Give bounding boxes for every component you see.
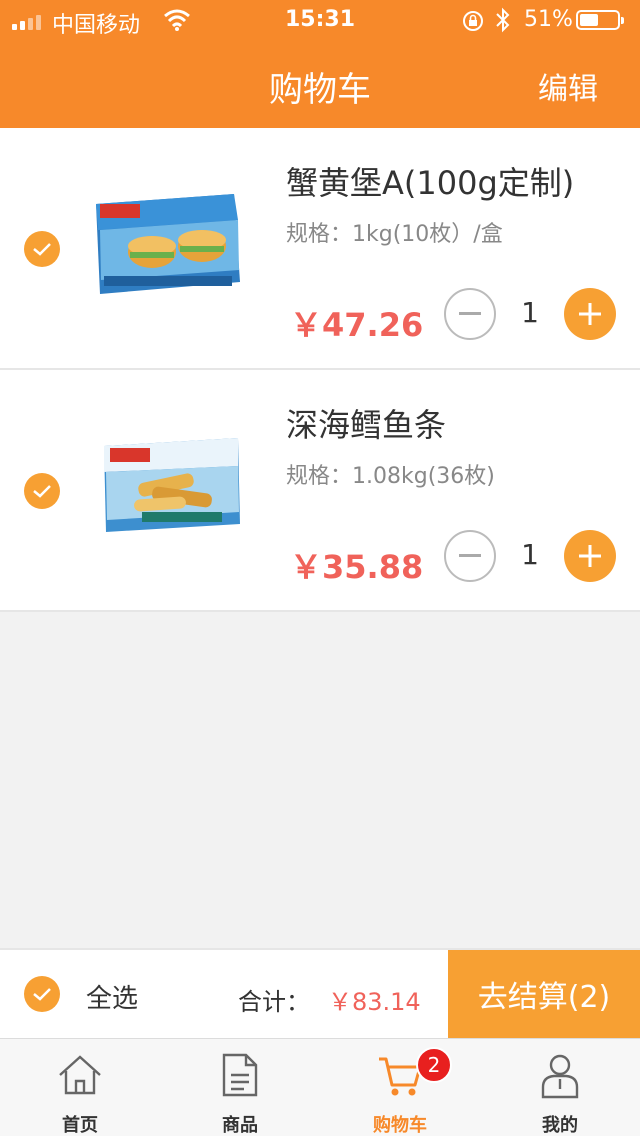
minus-icon <box>459 554 481 557</box>
quantity-value: 1 <box>521 538 539 571</box>
product-name: 蟹黄堡A(100g定制) <box>286 164 575 202</box>
product-spec: 规格：1.08kg(36枚) <box>286 464 495 489</box>
checkmark-icon <box>33 243 51 256</box>
battery-icon <box>576 10 624 30</box>
edit-button[interactable]: 编辑 <box>538 64 598 108</box>
battery-percent: 51% <box>524 7 573 32</box>
product-price: ￥47.26 <box>290 306 424 344</box>
select-all-checkbox[interactable] <box>24 976 60 1012</box>
tab-products[interactable]: 商品 <box>160 1039 320 1136</box>
checkmark-icon <box>33 988 51 1001</box>
minus-icon <box>459 312 481 315</box>
cart-badge: 2 <box>416 1047 452 1083</box>
user-icon <box>541 1054 579 1099</box>
tab-bar: 首页 商品 2 购物车 我的 <box>0 1038 640 1136</box>
product-image[interactable] <box>92 432 244 542</box>
product-image[interactable] <box>92 190 244 300</box>
increase-quantity-button[interactable] <box>564 530 616 582</box>
tab-cart[interactable]: 2 购物车 <box>320 1039 480 1136</box>
plus-icon <box>579 545 601 567</box>
product-price: ￥35.88 <box>290 548 424 586</box>
status-bar: 中国移动 15:31 51% <box>0 0 640 40</box>
checkmark-icon <box>33 485 51 498</box>
item-checkbox[interactable] <box>24 231 60 267</box>
product-name: 深海鳕鱼条 <box>286 406 447 444</box>
total-label: 合计： <box>238 988 310 1016</box>
tab-label: 商品 <box>222 1115 258 1136</box>
decrease-quantity-button[interactable] <box>444 530 496 582</box>
home-icon <box>59 1055 101 1095</box>
increase-quantity-button[interactable] <box>564 288 616 340</box>
cart-list: 蟹黄堡A(100g定制) 规格：1kg(10枚）/盒 ￥47.26 1 深海鳕鱼… <box>0 128 640 612</box>
rotation-lock-icon <box>463 11 483 31</box>
cart-item: 蟹黄堡A(100g定制) 规格：1kg(10枚）/盒 ￥47.26 1 <box>0 128 640 370</box>
quantity-value: 1 <box>521 296 539 329</box>
document-icon <box>222 1053 258 1097</box>
item-checkbox[interactable] <box>24 473 60 509</box>
tab-profile[interactable]: 我的 <box>480 1039 640 1136</box>
bluetooth-icon <box>496 7 510 33</box>
decrease-quantity-button[interactable] <box>444 288 496 340</box>
tab-label: 首页 <box>62 1115 98 1136</box>
plus-icon <box>579 303 601 325</box>
cart-item: 深海鳕鱼条 规格：1.08kg(36枚) ￥35.88 1 <box>0 370 640 612</box>
total-value: ￥83.14 <box>328 988 421 1016</box>
select-all-label[interactable]: 全选 <box>86 978 138 1015</box>
checkout-button[interactable]: 去结算(2) <box>448 950 640 1038</box>
tab-home[interactable]: 首页 <box>0 1039 160 1136</box>
header: 中国移动 15:31 51% 购物车 编辑 <box>0 0 640 128</box>
tab-label: 我的 <box>542 1115 578 1136</box>
tab-label: 购物车 <box>373 1115 427 1136</box>
product-spec: 规格：1kg(10枚）/盒 <box>286 222 503 247</box>
checkout-bar: 全选 合计： ￥83.14 去结算(2) <box>0 948 640 1038</box>
